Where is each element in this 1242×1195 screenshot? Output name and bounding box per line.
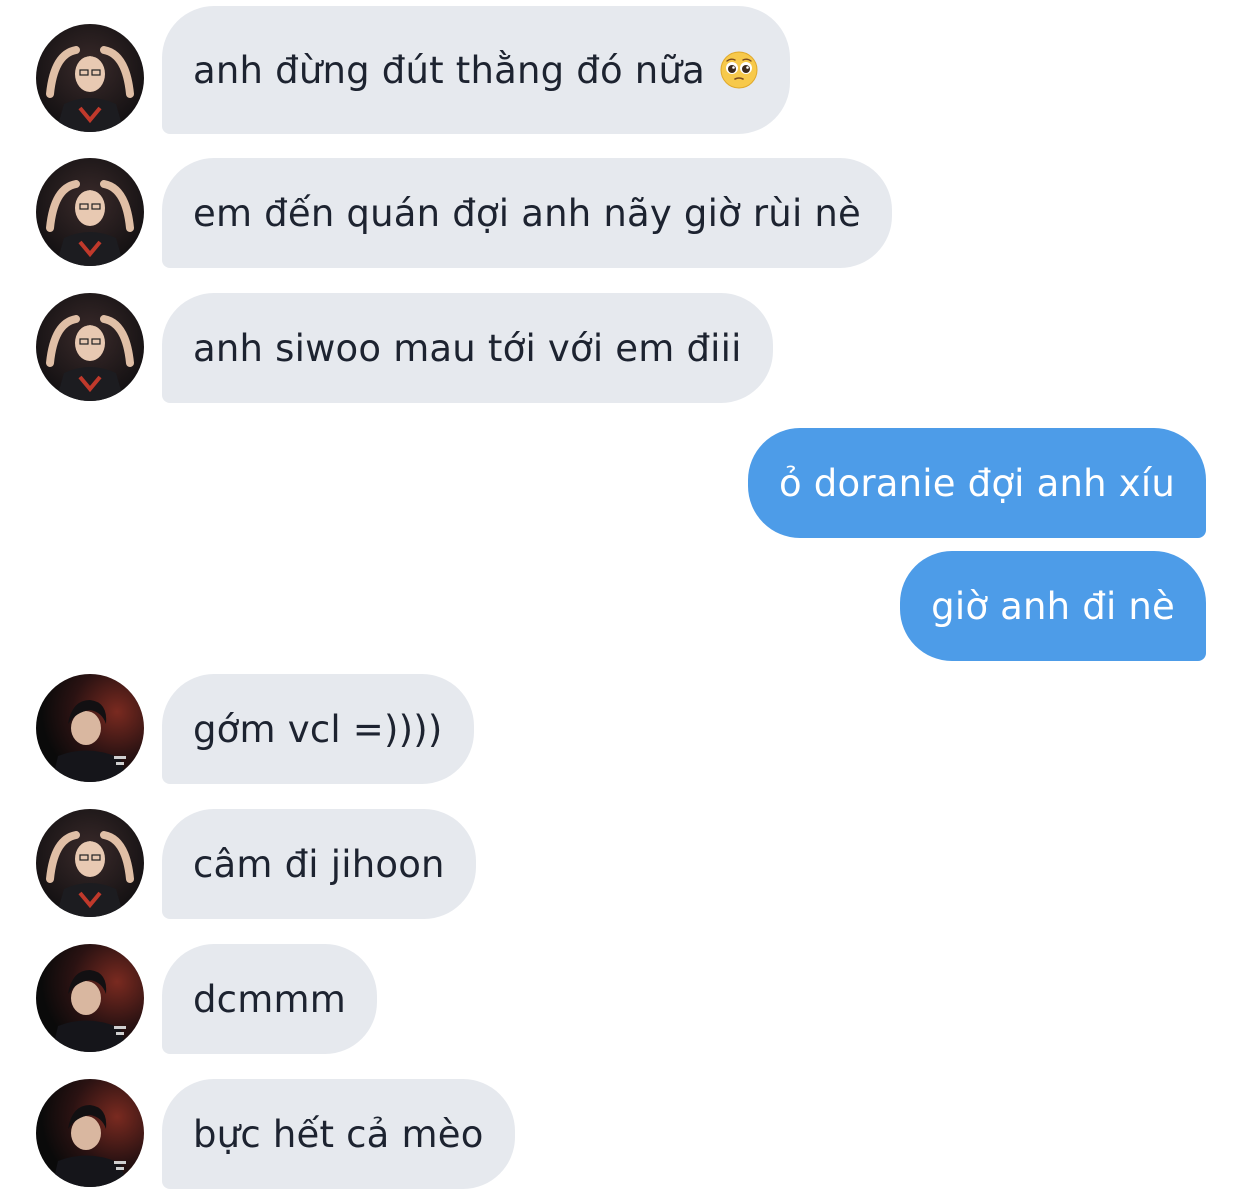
incoming-message-bubble[interactable]: câm đi jihoon <box>162 809 476 919</box>
avatar[interactable] <box>36 1079 144 1187</box>
avatar[interactable] <box>36 158 144 266</box>
incoming-message-bubble[interactable]: anh siwoo mau tới với em điii <box>162 293 773 403</box>
pleading-face-icon <box>719 50 759 90</box>
message-text: bực hết cả mèo <box>193 1112 484 1156</box>
message-text: anh siwoo mau tới với em điii <box>193 326 742 370</box>
incoming-message-bubble[interactable]: em đến quán đợi anh nãy giờ rùi nè <box>162 158 893 268</box>
incoming-message-bubble[interactable]: dcmmm <box>162 944 377 1054</box>
incoming-message-bubble[interactable]: bực hết cả mèo <box>162 1079 515 1189</box>
outgoing-message-bubble[interactable]: ỏ doranie đợi anh xíu <box>748 428 1206 538</box>
message-text: em đến quán đợi anh nãy giờ rùi nè <box>193 191 862 235</box>
incoming-message-bubble[interactable]: gớm vcl =)))) <box>162 674 474 784</box>
message-text: ỏ doranie đợi anh xíu <box>779 461 1175 505</box>
avatar[interactable] <box>36 809 144 917</box>
message-text: câm đi jihoon <box>193 842 445 886</box>
avatar[interactable] <box>36 293 144 401</box>
message-text: gớm vcl =)))) <box>193 707 443 751</box>
avatar[interactable] <box>36 24 144 132</box>
message-text: dcmmm <box>193 977 346 1021</box>
incoming-message-bubble[interactable]: anh đừng đút thằng đó nữa <box>162 6 790 134</box>
avatar[interactable] <box>36 944 144 1052</box>
message-text: giờ anh đi nè <box>931 584 1175 628</box>
outgoing-message-bubble[interactable]: giờ anh đi nè <box>900 551 1206 661</box>
message-text: anh đừng đút thằng đó nữa <box>193 48 705 92</box>
avatar[interactable] <box>36 674 144 782</box>
